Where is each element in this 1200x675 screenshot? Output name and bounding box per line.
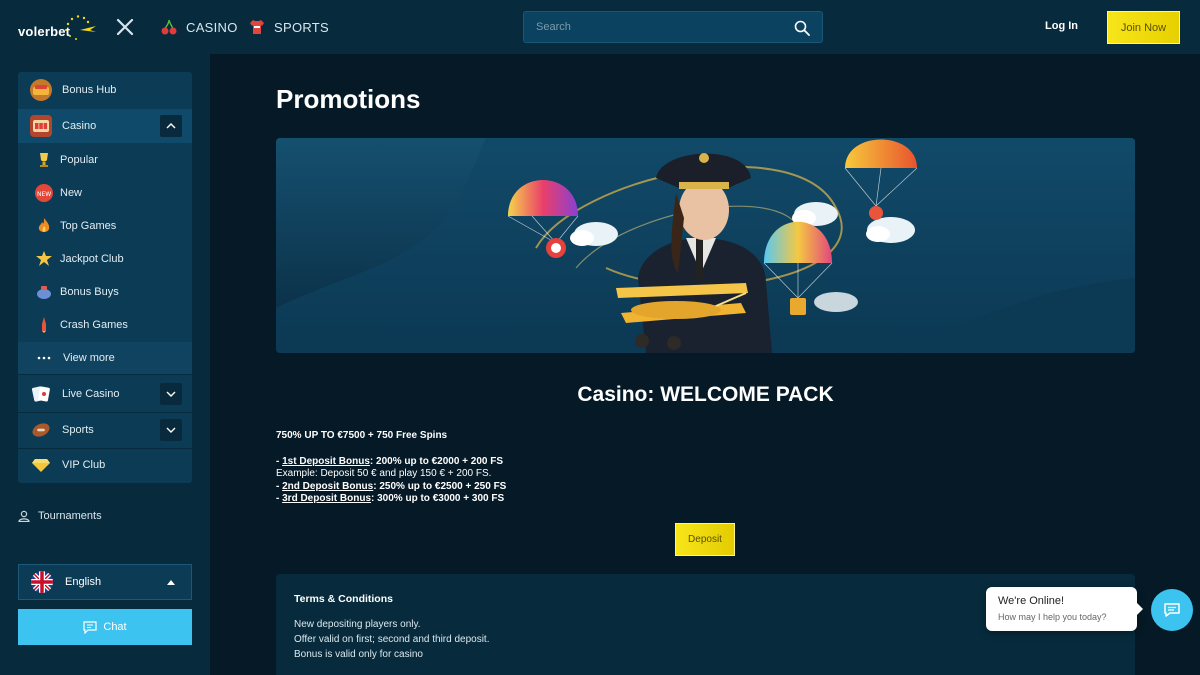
sidebar-item-casino[interactable]: Casino bbox=[18, 109, 192, 143]
join-now-button[interactable]: Join Now bbox=[1107, 11, 1180, 44]
football-icon bbox=[30, 419, 52, 441]
jersey-icon bbox=[250, 20, 264, 34]
cards-icon bbox=[30, 383, 52, 405]
logo-star-ring-icon bbox=[65, 15, 96, 40]
bonus-3-link[interactable]: 3rd Deposit Bonus bbox=[282, 493, 371, 504]
chevron-down-icon[interactable] bbox=[160, 383, 182, 405]
chat-greeting-subtitle: How may I help you today? bbox=[998, 612, 1107, 622]
sidebar-item-new[interactable]: NEW New bbox=[18, 177, 192, 209]
nav-casino-label: CASINO bbox=[186, 19, 238, 35]
terms-line: Offer valid on first; second and third d… bbox=[294, 634, 490, 645]
cherry-icon bbox=[161, 19, 177, 35]
user-icon bbox=[18, 510, 30, 522]
close-menu-icon[interactable] bbox=[114, 16, 136, 38]
chat-greeting-bubble[interactable]: We're Online! How may I help you today? bbox=[986, 587, 1143, 631]
page-title: Promotions bbox=[276, 84, 421, 114]
sidebar-item-tournaments[interactable]: Tournaments bbox=[18, 510, 102, 522]
sidebar-item-popular[interactable]: Popular bbox=[18, 144, 192, 176]
language-selector[interactable]: English bbox=[18, 564, 192, 600]
sidebar-item-crash-games[interactable]: Crash Games bbox=[18, 309, 192, 341]
sidebar-item-label: Sports bbox=[62, 424, 94, 436]
sidebar-item-label: View more bbox=[63, 352, 115, 364]
caret-up-icon bbox=[167, 580, 175, 585]
top-bar: volerbet CASINO SPORTS Log In J bbox=[0, 0, 1200, 54]
sidebar-item-label: Popular bbox=[60, 154, 98, 166]
bonus-2-link[interactable]: 2nd Deposit Bonus bbox=[282, 481, 373, 492]
sidebar-item-bonus-hub[interactable]: Bonus Hub bbox=[18, 74, 192, 106]
diamond-icon bbox=[30, 454, 52, 476]
bonus-line-3: - 3rd Deposit Bonus: 300% up to €3000 + … bbox=[276, 493, 505, 505]
trophy-icon bbox=[35, 151, 53, 169]
terms-title: Terms & Conditions bbox=[294, 593, 393, 605]
language-label: English bbox=[65, 576, 102, 588]
login-button[interactable]: Log In bbox=[1045, 20, 1078, 32]
search-input[interactable] bbox=[524, 12, 784, 42]
promo-banner[interactable] bbox=[276, 138, 1135, 353]
sidebar-item-label: VIP Club bbox=[62, 459, 106, 471]
menu-divider bbox=[18, 374, 192, 375]
tournaments-label: Tournaments bbox=[38, 510, 102, 522]
dots-icon bbox=[35, 349, 53, 367]
nav-sports-label: SPORTS bbox=[274, 19, 330, 35]
bonus-line-1: - 1st Deposit Bonus: 200% up to €2000 + … bbox=[276, 455, 504, 467]
svg-text:NEW: NEW bbox=[37, 191, 51, 197]
sidebar-item-sports[interactable]: Sports bbox=[18, 413, 192, 447]
nav-sports[interactable]: SPORTS bbox=[248, 18, 329, 36]
promo-description: 750% UP TO €7500 + 750 Free Spins - 1st … bbox=[276, 430, 506, 506]
chat-label: Chat bbox=[103, 621, 127, 633]
sidebar-item-label: Crash Games bbox=[60, 319, 128, 331]
bonus-example: Example: Deposit 50 € and play 150 € + 2… bbox=[276, 468, 492, 480]
jackpot-icon bbox=[35, 250, 53, 268]
live-chat-launcher[interactable] bbox=[1151, 589, 1193, 631]
promo-headline: 750% UP TO €7500 + 750 Free Spins bbox=[276, 430, 448, 441]
sidebar-item-top-games[interactable]: Top Games bbox=[18, 210, 192, 242]
sidebar-item-label: Top Games bbox=[60, 220, 117, 232]
bonus-1-link[interactable]: 1st Deposit Bonus bbox=[282, 456, 370, 467]
chat-button[interactable]: Chat bbox=[18, 609, 192, 645]
sidebar-item-label: Bonus Hub bbox=[62, 84, 117, 96]
sidebar-item-label: Bonus Buys bbox=[60, 286, 119, 298]
sidebar-item-bonus-buys[interactable]: Bonus Buys bbox=[18, 276, 192, 308]
terms-line: New depositing players only. bbox=[294, 619, 421, 630]
new-badge-icon: NEW bbox=[35, 184, 53, 202]
sidebar-item-jackpot-club[interactable]: Jackpot Club bbox=[18, 243, 192, 275]
volerbet-logo[interactable]: volerbet bbox=[18, 14, 98, 44]
terms-line: Bonus is valid only for casino bbox=[294, 649, 423, 660]
sidebar-item-live-casino[interactable]: Live Casino bbox=[18, 377, 192, 411]
sidebar-menu: Bonus Hub Casino Popular NEW New Top Gam… bbox=[18, 72, 192, 483]
promo-title: Casino: WELCOME PACK bbox=[577, 383, 834, 406]
sidebar-item-label: Jackpot Club bbox=[60, 253, 124, 265]
chevron-down-icon[interactable] bbox=[160, 419, 182, 441]
nav-casino[interactable]: CASINO bbox=[160, 18, 238, 36]
search-icon[interactable] bbox=[794, 20, 810, 36]
sidebar-item-label: Live Casino bbox=[62, 388, 120, 400]
money-bag-icon bbox=[35, 283, 53, 301]
sidebar-item-label: New bbox=[60, 187, 83, 199]
uk-flag-icon bbox=[31, 571, 53, 593]
view-more-link[interactable]: View more bbox=[18, 342, 192, 374]
bonus-line-2: - 2nd Deposit Bonus: 250% up to €2500 + … bbox=[276, 480, 507, 492]
bonus-icon bbox=[30, 79, 52, 101]
deposit-button[interactable]: Deposit bbox=[675, 523, 735, 556]
sidebar-item-vip-club[interactable]: VIP Club bbox=[18, 449, 192, 481]
rocket-icon bbox=[35, 316, 53, 334]
flame-icon bbox=[35, 217, 53, 235]
chat-greeting-title: We're Online! bbox=[998, 595, 1065, 607]
search-box bbox=[523, 11, 823, 43]
sidebar-item-label: Casino bbox=[62, 120, 97, 132]
chat-bubble-icon bbox=[1164, 603, 1180, 617]
slot-machine-icon bbox=[30, 115, 52, 137]
aviator-pilot-banner-image bbox=[276, 138, 1135, 353]
chat-icon bbox=[83, 620, 97, 634]
chevron-up-icon[interactable] bbox=[160, 115, 182, 137]
